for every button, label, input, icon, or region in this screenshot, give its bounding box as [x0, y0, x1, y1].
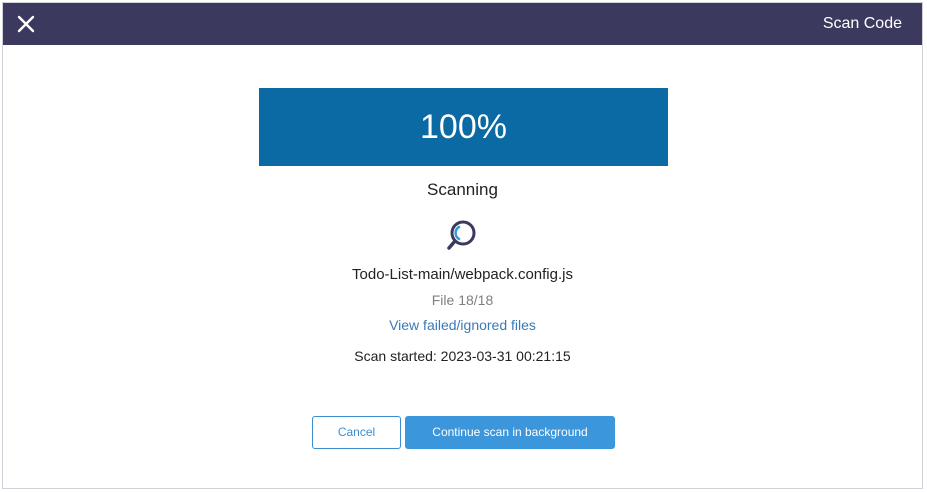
cancel-button[interactable]: Cancel: [312, 416, 401, 449]
close-button[interactable]: [13, 11, 39, 37]
view-failed-files-link[interactable]: View failed/ignored files: [389, 317, 536, 333]
continue-in-background-button[interactable]: Continue scan in background: [405, 416, 615, 449]
failed-files-link-row: View failed/ignored files: [3, 317, 922, 333]
progress-bar: 100%: [259, 88, 668, 166]
file-count: File 18/18: [431, 292, 494, 308]
scan-status: Scanning: [427, 180, 498, 199]
current-file-name: Todo-List-main/webpack.config.js: [352, 266, 573, 283]
progress-percent-label: 100%: [420, 108, 507, 146]
scan-started-time: Scan started: 2023-03-31 00:21:15: [354, 348, 571, 364]
close-icon: [17, 15, 35, 33]
scan-code-dialog: Scan Code 100% Scanning Todo-List-main/w…: [2, 2, 923, 489]
dialog-header: Scan Code: [3, 3, 922, 45]
dialog-title: Scan Code: [822, 15, 902, 32]
scan-search-icon: [444, 217, 480, 253]
